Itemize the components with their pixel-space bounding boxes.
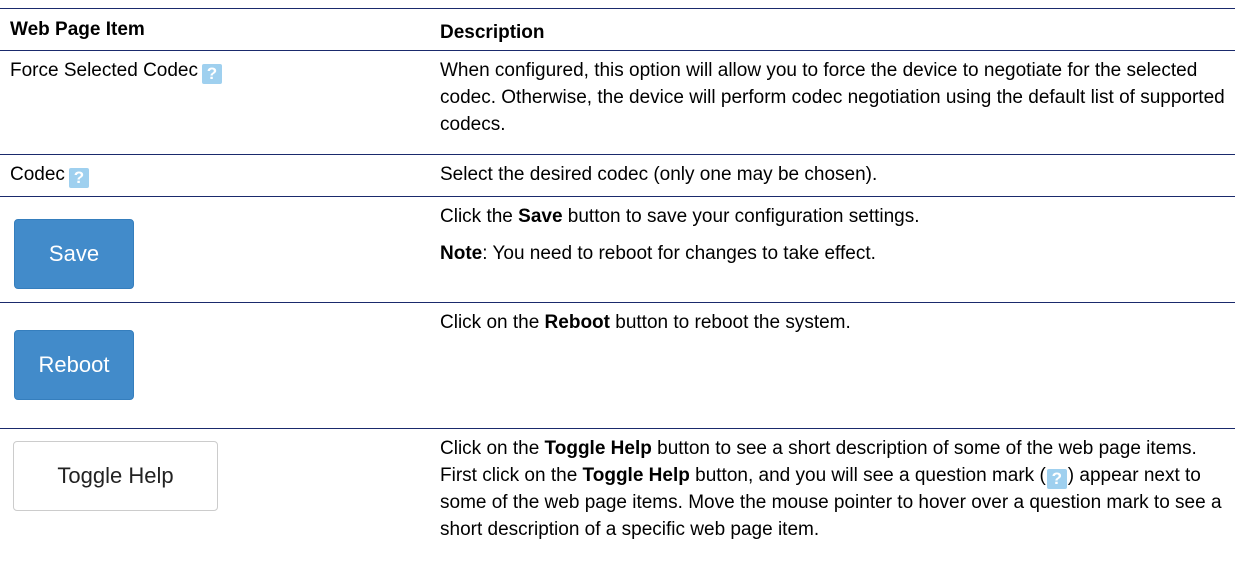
description-text: Click on the Toggle Help button to see a… (440, 435, 1230, 543)
desc-bold: Save (518, 206, 563, 227)
note-text: : You need to reboot for changes to take… (482, 243, 876, 264)
description-text: Select the desired codec (only one may b… (440, 164, 878, 185)
item-label: Codec (10, 164, 65, 185)
description-text: When configured, this option will allow … (440, 60, 1225, 135)
table-row: Toggle Help Click on the Toggle Help but… (0, 428, 1235, 579)
table-row: Codec? Select the desired codec (only on… (0, 154, 1235, 195)
description-text: Click the Save button to save your confi… (440, 203, 1230, 267)
toggle-help-button[interactable]: Toggle Help (13, 441, 218, 511)
table-row: Force Selected Codec? When configured, t… (0, 50, 1235, 153)
save-button[interactable]: Save (14, 219, 134, 289)
table-row: Save Click the Save button to save your … (0, 196, 1235, 301)
note-label: Note (440, 243, 483, 264)
desc-part: Click on the (440, 312, 545, 333)
table-header-row: Web Page Item Description (0, 8, 1235, 49)
question-mark-icon[interactable]: ? (68, 168, 89, 188)
item-label: Force Selected Codec (10, 60, 198, 81)
header-description: Description (440, 22, 545, 43)
desc-part: Click on the (440, 438, 545, 459)
item-codec: Codec? (10, 161, 89, 188)
desc-part: button to save your configuration settin… (562, 206, 920, 227)
reboot-button[interactable]: Reboot (14, 330, 134, 400)
question-mark-icon: ? (1046, 469, 1067, 489)
desc-part: Click the (440, 206, 519, 227)
question-mark-icon[interactable]: ? (202, 64, 222, 84)
table-row: Reboot Click on the Reboot button to reb… (0, 302, 1235, 427)
item-force-selected-codec: Force Selected Codec? (10, 57, 222, 84)
desc-part: button to reboot the system. (609, 312, 851, 333)
desc-part: button, and you will see a question mark… (689, 465, 1046, 486)
desc-bold: Toggle Help (544, 438, 652, 459)
header-web-page-item: Web Page Item (10, 19, 145, 40)
description-text: Click on the Reboot button to reboot the… (440, 309, 1230, 336)
desc-bold: Toggle Help (582, 465, 690, 486)
desc-bold: Reboot (544, 312, 610, 333)
